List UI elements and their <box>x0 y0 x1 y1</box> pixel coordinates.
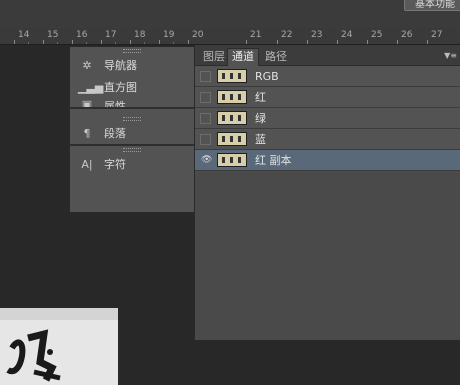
ruler-label: 18 <box>134 30 146 40</box>
ruler-tick <box>246 40 247 44</box>
channel-thumbnail <box>217 90 247 104</box>
visibility-toggle[interactable] <box>200 133 211 145</box>
dock-item-label: 属性 <box>104 100 126 107</box>
ruler-label: 25 <box>371 30 383 40</box>
channel-row[interactable]: 蓝 <box>195 129 460 150</box>
channel-label: 蓝 <box>255 133 266 146</box>
ruler-label: 24 <box>341 30 353 40</box>
ruler-tick <box>159 40 160 44</box>
dock-group-character: A| 字符 <box>70 146 194 175</box>
ruler-tick <box>43 40 44 44</box>
ruler-tick <box>188 40 189 44</box>
tab-paths[interactable]: 路径 <box>261 49 291 65</box>
ruler-tick <box>86 42 87 44</box>
ruler-tick <box>72 40 73 44</box>
ruler-label: 27 <box>431 30 443 40</box>
visibility-toggle[interactable] <box>200 70 211 82</box>
horizontal-ruler: 14 15 16 17 18 19 20 21 22 23 24 25 26 2… <box>0 28 460 45</box>
channels-panel: 图层 通道 路径 ▼≡ RGB 红 绿 蓝 👁 红 副本 <box>194 45 460 340</box>
ruler-label: 15 <box>47 30 59 40</box>
ruler-tick <box>397 40 398 44</box>
character-icon: A| <box>81 157 93 171</box>
document-image[interactable] <box>0 308 118 385</box>
dock-item-label: 段落 <box>104 127 126 140</box>
properties-icon: ▣ <box>81 98 93 107</box>
options-bar: 基本功能 <box>0 0 460 29</box>
ruler-label: 19 <box>163 30 175 40</box>
ruler-tick <box>57 42 58 44</box>
dock-group-paragraph: ¶ 段落 <box>70 115 194 146</box>
panel-empty-area <box>195 175 460 340</box>
ruler-tick <box>144 42 145 44</box>
dock-item-label: 字符 <box>104 158 126 171</box>
ruler-label: 17 <box>105 30 117 40</box>
ruler-label: 22 <box>281 30 293 40</box>
eye-icon[interactable]: 👁 <box>200 155 212 166</box>
ruler-tick <box>28 42 29 44</box>
dock-item-paragraph[interactable]: ¶ 段落 <box>70 122 194 144</box>
dock-item-label: 直方图 <box>104 81 137 94</box>
navigator-icon: ✲ <box>82 58 92 72</box>
tab-channels[interactable]: 通道 <box>227 48 259 67</box>
channel-row[interactable]: 红 <box>195 87 460 108</box>
ruler-tick <box>14 40 15 44</box>
ruler-label: 26 <box>401 30 413 40</box>
panel-menu-icon[interactable]: ▼≡ <box>444 51 457 60</box>
dock-item-histogram[interactable]: ▁▃▅ 直方图 <box>70 76 194 98</box>
ruler-label: 21 <box>250 30 262 40</box>
histogram-icon: ▁▃▅ <box>78 80 104 94</box>
panel-tabs: 图层 通道 路径 ▼≡ <box>195 45 460 67</box>
tab-layers[interactable]: 图层 <box>199 49 229 65</box>
channel-label: RGB <box>255 69 279 83</box>
dock-group-navigator: ✲ 导航器 ▁▃▅ 直方图 ▣ 属性 <box>70 47 194 109</box>
visibility-toggle[interactable] <box>200 112 211 124</box>
calligraphy-image <box>6 329 61 382</box>
ruler-tick <box>173 42 174 44</box>
ruler-tick <box>427 40 428 44</box>
collapsed-panel-dock: ✲ 导航器 ▁▃▅ 直方图 ▣ 属性 ¶ 段落 A| 字符 <box>69 46 195 213</box>
channel-label: 红 <box>255 91 266 104</box>
visibility-toggle[interactable] <box>200 91 211 103</box>
workspace-switcher-button[interactable]: 基本功能 <box>404 0 460 11</box>
ruler-tick <box>101 40 102 44</box>
ruler-tick <box>337 40 338 44</box>
ruler-label: 20 <box>192 30 204 40</box>
drag-grip[interactable] <box>70 146 194 153</box>
drag-grip[interactable] <box>70 47 194 54</box>
channel-thumbnail <box>217 111 247 125</box>
channel-thumbnail <box>217 69 247 83</box>
channel-row[interactable]: 绿 <box>195 108 460 129</box>
drag-grip[interactable] <box>70 115 194 122</box>
ruler-tick <box>307 40 308 44</box>
paragraph-icon: ¶ <box>83 126 91 140</box>
ruler-tick <box>277 40 278 44</box>
dock-item-label: 导航器 <box>104 59 137 72</box>
channel-thumbnail <box>217 153 247 167</box>
ruler-tick <box>130 40 131 44</box>
dock-item-character[interactable]: A| 字符 <box>70 153 194 175</box>
ruler-label: 14 <box>18 30 30 40</box>
channel-row-selected[interactable]: 👁 红 副本 <box>195 150 460 171</box>
channel-label: 绿 <box>255 112 266 125</box>
channel-thumbnail <box>217 132 247 146</box>
dock-item-properties[interactable]: ▣ 属性 <box>70 98 194 107</box>
ruler-label: 23 <box>311 30 323 40</box>
channel-label: 红 副本 <box>255 154 292 167</box>
ruler-tick <box>115 42 116 44</box>
dock-item-navigator[interactable]: ✲ 导航器 <box>70 54 194 76</box>
channel-row[interactable]: RGB <box>195 66 460 87</box>
ruler-tick <box>367 40 368 44</box>
ruler-label: 16 <box>76 30 88 40</box>
